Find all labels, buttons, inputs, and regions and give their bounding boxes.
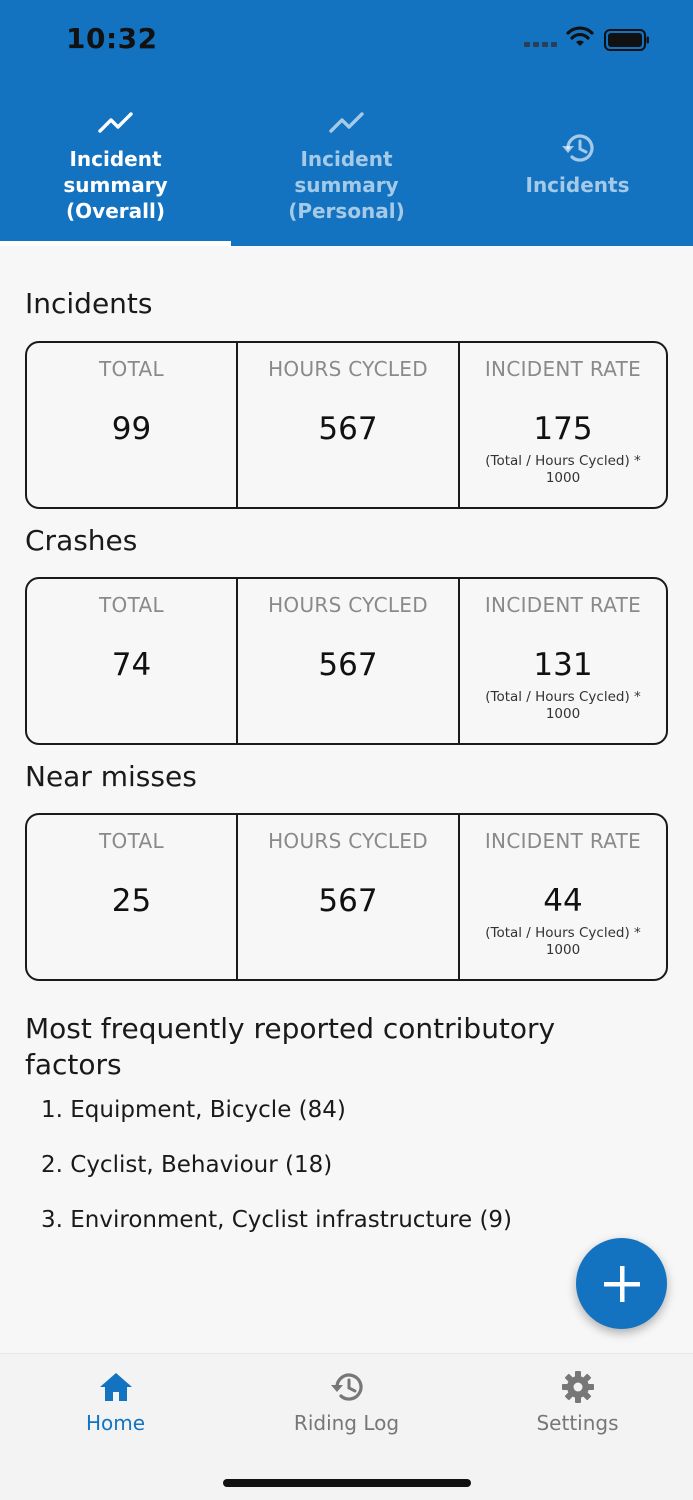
- stat-label: HOURS CYCLED: [268, 357, 428, 381]
- stat-incident-rate: INCIDENT RATE 131 (Total / Hours Cycled)…: [458, 579, 666, 743]
- stat-incident-rate: INCIDENT RATE 175 (Total / Hours Cycled)…: [458, 343, 666, 507]
- stat-label: INCIDENT RATE: [484, 829, 642, 853]
- gear-icon: [561, 1369, 595, 1405]
- summary-content: Incidents TOTAL 99 HOURS CYCLED 567 INCI…: [25, 246, 668, 1248]
- home-indicator: [223, 1479, 471, 1487]
- list-item: 2. Cyclist, Behaviour (18): [41, 1152, 333, 1178]
- stat-value: 99: [111, 411, 152, 447]
- stat-label: TOTAL: [99, 829, 164, 853]
- stat-value: 567: [318, 647, 378, 683]
- stat-label: TOTAL: [99, 593, 164, 617]
- stat-card-crashes: TOTAL 74 HOURS CYCLED 567 INCIDENT RATE …: [25, 577, 668, 745]
- trending-up-icon: [97, 102, 134, 142]
- factors-list: 1. Equipment, Bicycle (84) 2. Cyclist, B…: [25, 1083, 668, 1248]
- bottom-navigation: Home Riding Log Settings: [0, 1353, 693, 1500]
- tab-label: Incident summary (Overall): [63, 147, 168, 223]
- stat-total: TOTAL 25: [27, 815, 236, 979]
- plus-icon: [603, 1265, 640, 1302]
- stat-label: HOURS CYCLED: [268, 593, 428, 617]
- cellular-signal-icon: [524, 42, 557, 47]
- wifi-icon: [566, 26, 594, 46]
- tab-label: Incident summary (Personal): [288, 147, 405, 223]
- nav-label: Settings: [536, 1411, 619, 1435]
- stat-label: INCIDENT RATE: [484, 593, 642, 617]
- tab-label: Incidents: [525, 173, 630, 197]
- section-title-crashes: Crashes: [25, 524, 138, 557]
- add-incident-button[interactable]: [576, 1238, 667, 1329]
- section-title-incidents: Incidents: [25, 287, 153, 320]
- battery-icon: [604, 29, 649, 51]
- status-time: 10:32: [66, 22, 158, 55]
- status-bar: 10:32: [0, 0, 693, 80]
- tab-summary-personal[interactable]: Incident summary (Personal): [231, 80, 462, 246]
- nav-label: Riding Log: [293, 1411, 400, 1435]
- stat-value: 567: [318, 411, 378, 447]
- section-title-near-misses: Near misses: [25, 760, 197, 793]
- app-header: 10:32 Incident summary (Overall) Inciden…: [0, 0, 693, 246]
- stat-card-near-misses: TOTAL 25 HOURS CYCLED 567 INCIDENT RATE …: [25, 813, 668, 981]
- history-icon: [328, 1369, 366, 1405]
- nav-label: Home: [85, 1411, 146, 1435]
- rate-formula-note: (Total / Hours Cycled) * 1000: [485, 689, 641, 722]
- stat-total: TOTAL 99: [27, 343, 236, 507]
- stat-value: 131: [533, 647, 593, 683]
- rate-formula-note: (Total / Hours Cycled) * 1000: [485, 925, 641, 958]
- factors-title: Most frequently reported contributory fa…: [25, 1012, 556, 1081]
- tab-summary-overall[interactable]: Incident summary (Overall): [0, 80, 231, 246]
- stat-hours-cycled: HOURS CYCLED 567: [236, 579, 458, 743]
- tab-bar: Incident summary (Overall) Incident summ…: [0, 80, 693, 246]
- stat-value: 44: [543, 883, 583, 919]
- stat-label: HOURS CYCLED: [268, 829, 428, 853]
- rate-formula-note: (Total / Hours Cycled) * 1000: [485, 453, 641, 486]
- list-item: 3. Environment, Cyclist infrastructure (…: [41, 1207, 513, 1233]
- stat-hours-cycled: HOURS CYCLED 567: [236, 815, 458, 979]
- home-icon: [98, 1369, 134, 1405]
- list-item: 1. Equipment, Bicycle (84): [41, 1097, 346, 1123]
- stat-value: 25: [111, 883, 152, 919]
- nav-item-home[interactable]: Home: [0, 1354, 231, 1500]
- stat-value: 74: [111, 647, 152, 683]
- history-icon: [559, 128, 597, 168]
- nav-item-settings[interactable]: Settings: [462, 1354, 693, 1500]
- tab-incidents[interactable]: Incidents: [462, 80, 693, 246]
- stat-card-incidents: TOTAL 99 HOURS CYCLED 567 INCIDENT RATE …: [25, 341, 668, 509]
- stat-incident-rate: INCIDENT RATE 44 (Total / Hours Cycled) …: [458, 815, 666, 979]
- stat-value: 567: [318, 883, 378, 919]
- stat-label: INCIDENT RATE: [484, 357, 642, 381]
- stat-value: 175: [533, 411, 593, 447]
- stat-label: TOTAL: [99, 357, 164, 381]
- trending-up-icon: [328, 102, 365, 142]
- stat-total: TOTAL 74: [27, 579, 236, 743]
- stat-hours-cycled: HOURS CYCLED 567: [236, 343, 458, 507]
